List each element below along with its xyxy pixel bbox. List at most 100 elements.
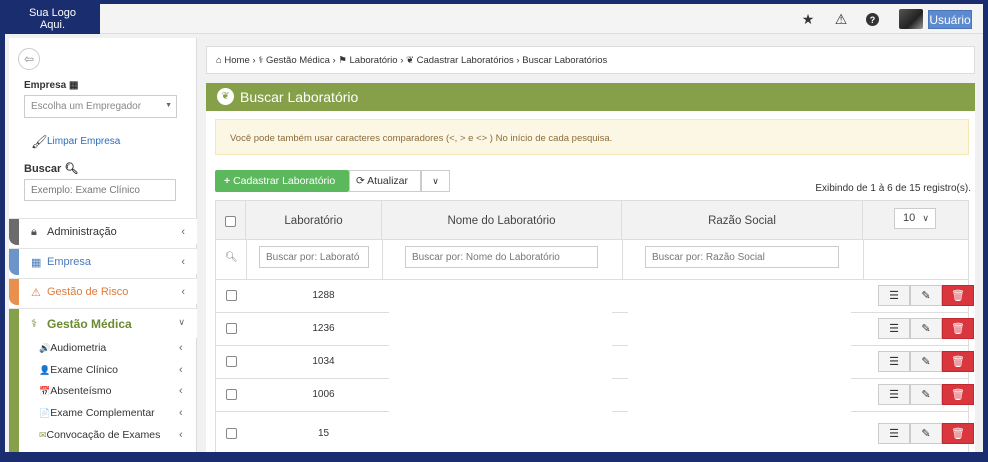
menu-gestao-medica[interactable]: ⚕ Gestão Médica ∨ [9,308,197,452]
view-button[interactable]: ☰ [878,422,910,444]
edit-button[interactable]: ✎ [910,351,942,372]
filter-razao-input[interactable]: Buscar por: Razão Social [645,246,839,268]
row-checkbox[interactable] [226,427,237,439]
chevron-down-icon: ∨ [178,317,185,327]
edit-icon: ✎ [921,427,931,440]
page-title: Buscar Laboratório [240,89,359,105]
menu-gestao-risco[interactable]: ⚠ Gestão de Risco ‹ [9,278,197,305]
chevron-down-icon: ∨ [922,213,929,223]
submenu-audiometria[interactable]: 🔊Audiometria [39,342,106,354]
column-header-razao[interactable]: Razão Social [622,201,863,241]
row-actions: ☰ ✎ 🗑︎ [878,351,974,372]
row-actions: ☰ ✎ 🗑︎ [878,422,974,444]
help-icon[interactable]: ? [866,13,879,26]
logo[interactable]: Sua Logo Aqui. [5,4,100,34]
edit-icon: ✎ [921,356,931,368]
user-button[interactable]: Usuário [928,10,972,29]
delete-button[interactable]: 🗑︎ [942,384,974,405]
row-checkbox[interactable] [226,323,237,334]
view-button[interactable]: ☰ [878,384,910,405]
delete-button[interactable]: 🗑︎ [942,285,974,306]
app-window: Sua Logo Aqui. ★ ⚠ ? Usuário ⇦ Empresa ▦… [5,4,983,452]
row-id: 1034 [312,356,335,367]
filter-nome-input[interactable]: Buscar por: Nome do Laboratório [405,246,598,268]
sidebar: ⇦ Empresa ▦ Escolha um Empregador ▼ 🖌 Li… [9,38,197,452]
edit-button[interactable]: ✎ [910,384,942,405]
submenu-convocacao[interactable]: ✉Convocação de Exames [39,429,160,441]
limpar-empresa-link[interactable]: Limpar Empresa [47,136,120,147]
collapse-sidebar-button[interactable]: ⇦ [18,48,40,70]
dropdown-toggle-button[interactable]: ∨ [421,170,450,192]
submenu-absenteismo[interactable]: 📅Absenteísmo [39,385,112,397]
view-button[interactable]: ☰ [878,318,910,339]
column-header-laboratorio[interactable]: Laboratório [246,201,382,241]
breadcrumb-gestao[interactable]: Gestão Médica [266,55,330,66]
warning-icon[interactable]: ⚠ [833,11,849,27]
breadcrumb-cadastrar[interactable]: Cadastrar Laboratórios [417,55,514,66]
avatar[interactable] [899,9,923,29]
main-content: ⌂ Home › ⚕ Gestão Médica › ⚑ Laboratório… [206,46,975,452]
empresa-label: Empresa ▦ [24,80,79,91]
row-id: 15 [317,427,330,439]
search-icon: 🔍︎ [225,252,238,263]
logo-line-1: Sua Logo [28,7,77,19]
panel-header: ❦ Buscar Laboratório [206,83,975,111]
warning-icon: ⚠ [31,287,41,299]
info-alert: Você pode também usar caracteres compara… [215,119,969,155]
menu-empresa[interactable]: ▦ Empresa ‹ [9,248,197,275]
delete-button[interactable]: 🗑︎ [942,318,974,339]
record-count: Exibindo de 1 à 6 de 15 registro(s). [815,183,971,194]
redacted-nome-column [389,283,612,452]
redacted-razao-column [628,283,851,447]
row-checkbox[interactable] [226,356,237,367]
submenu-exame-complementar[interactable]: 📄Exame Complementar [39,407,155,419]
edit-button[interactable]: ✎ [910,285,942,306]
trash-icon: 🗑︎ [951,290,965,302]
edit-button[interactable]: ✎ [910,318,942,339]
user-icon: 👤 [39,365,51,375]
menu-stripe [9,279,19,305]
menu-label: Gestão de Risco [47,286,129,298]
menu-administracao[interactable]: 🔒︎ Administração ‹ [9,218,197,245]
sidebar-search-input[interactable]: Exemplo: Exame Clínico [24,179,176,201]
breadcrumb: ⌂ Home › ⚕ Gestão Médica › ⚑ Laboratório… [206,46,975,74]
row-checkbox[interactable] [226,389,237,400]
chevron-left-icon: ‹ [179,407,183,419]
filter-row: 🔍︎ Buscar por: Laborató Buscar por: Nome… [215,240,969,280]
view-button[interactable]: ☰ [878,351,910,372]
cadastrar-laboratorio-button[interactable]: + Cadastrar Laboratório [215,170,349,192]
column-header-nome[interactable]: Nome do Laboratório [382,201,622,241]
delete-button[interactable]: 🗑︎ [942,351,974,372]
menu-stripe [9,219,19,245]
row-id: 1006 [312,389,335,400]
empresa-select[interactable]: Escolha um Empregador ▼ [24,95,177,118]
submenu-exame-clinico[interactable]: 👤Exame Clínico [39,364,118,376]
page-size-select[interactable]: 10 ∨ [894,208,936,229]
chevron-left-icon: ‹ [181,226,185,238]
filter-laboratorio-input[interactable]: Buscar por: Laborató [259,246,369,268]
flag-icon: ⚑ [338,55,347,66]
chevron-left-icon: ‹ [179,429,183,441]
chevron-left-icon: ‹ [179,364,183,376]
atualizar-button[interactable]: ⟳ Atualizar [349,170,421,192]
building-icon: ▦ [31,257,42,269]
submenu-label: Exame Complementar [50,407,155,419]
list-icon: ☰ [889,389,899,401]
view-button[interactable]: ☰ [878,285,910,306]
refresh-icon: ⟳ [356,175,365,187]
leaf-icon: ❦ [217,88,234,105]
stethoscope-icon: ⚕ [31,318,37,330]
star-icon[interactable]: ★ [800,11,816,27]
list-icon: ☰ [889,290,899,302]
trash-icon: 🗑︎ [951,356,965,368]
select-all-checkbox[interactable] [225,215,236,227]
edit-button[interactable]: ✎ [910,422,942,444]
list-icon: ☰ [889,427,899,440]
breadcrumb-laboratorio[interactable]: Laboratório [350,55,398,66]
delete-button[interactable]: 🗑︎ [942,422,974,444]
file-icon: 📄 [39,408,51,418]
breadcrumb-home[interactable]: Home [224,55,249,66]
submenu-label: Audiometria [50,342,107,354]
row-checkbox[interactable] [226,290,237,301]
row-id: 1288 [312,290,335,301]
